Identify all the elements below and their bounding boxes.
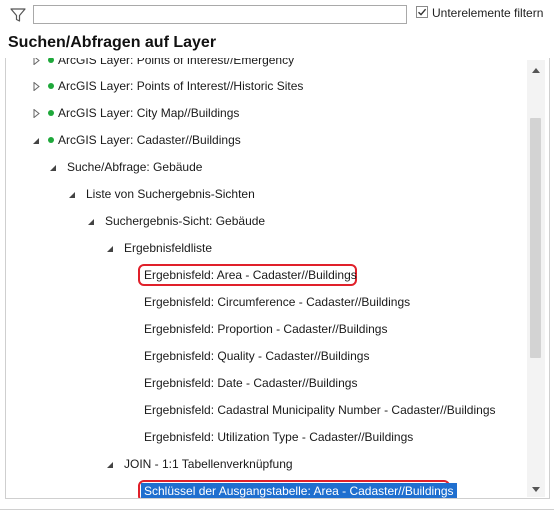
tree-item-label: Ergebnisfeld: Circumference - Cadaster//… (144, 295, 411, 309)
scroll-up-icon[interactable] (527, 62, 545, 78)
selected-tree-item-label: Schlüssel der Ausgangstabelle: Area - Ca… (141, 483, 457, 498)
collapse-icon[interactable] (67, 181, 77, 208)
collapse-icon[interactable] (105, 235, 115, 262)
tree-item-label: Ergebnisfeld: Utilization Type - Cadaste… (144, 430, 414, 444)
filter-subelements-label[interactable]: Unterelemente filtern (432, 6, 543, 20)
tree-item-label: Suchergebnis-Sicht: Gebäude (105, 214, 266, 228)
search-input[interactable] (33, 5, 407, 24)
tree-item-label: ArcGIS Layer: Points of Interest//Emerge… (58, 58, 295, 67)
tree-item-label: Ergebnisfeld: Proportion - Cadaster//Bui… (144, 322, 388, 336)
tree-item-label: ArcGIS Layer: Cadaster//Buildings (58, 133, 241, 147)
tree-item-label: Ergebnisfeld: Date - Cadaster//Buildings (144, 376, 358, 390)
tree-item-label: Ergebnisfeldliste (124, 241, 213, 255)
collapse-icon[interactable] (31, 127, 41, 154)
page-title: Suchen/Abfragen auf Layer (8, 34, 217, 51)
collapse-icon[interactable] (86, 208, 96, 235)
vertical-scrollbar[interactable] (527, 60, 545, 497)
expand-icon[interactable] (31, 100, 41, 127)
collapse-icon[interactable] (48, 154, 58, 181)
filter-subelements-checkbox[interactable] (416, 6, 428, 18)
scroll-down-icon[interactable] (527, 481, 545, 497)
tree-item-label: ArcGIS Layer: City Map//Buildings (58, 106, 240, 120)
expand-icon[interactable] (31, 73, 41, 100)
status-dot-icon (48, 110, 54, 116)
tree-item-label: Ergebnisfeld: Area - Cadaster//Buildings (144, 268, 357, 282)
funnel-icon[interactable] (10, 7, 26, 23)
layer-tree: ArcGIS Layer: Points of Interest//Emerge… (5, 58, 550, 499)
collapse-icon[interactable] (105, 451, 115, 478)
tree-item-label: ArcGIS Layer: Points of Interest//Histor… (58, 79, 304, 93)
expand-icon[interactable] (31, 58, 41, 74)
status-dot-icon (48, 83, 54, 89)
tree-item-label: Liste von Suchergebnis-Sichten (86, 187, 255, 201)
tree-item-label: Ergebnisfeld: Cadastral Municipality Num… (144, 403, 496, 417)
divider (0, 509, 554, 510)
checkmark-icon (418, 8, 427, 16)
status-dot-icon (48, 58, 54, 63)
tree-item-label: Suche/Abfrage: Gebäude (67, 160, 203, 174)
tree-item-label: Ergebnisfeld: Quality - Cadaster//Buildi… (144, 349, 370, 363)
tree-item-label: JOIN - 1:1 Tabellenverknüpfung (124, 457, 293, 471)
status-dot-icon (48, 137, 54, 143)
scrollbar-thumb[interactable] (530, 118, 541, 358)
